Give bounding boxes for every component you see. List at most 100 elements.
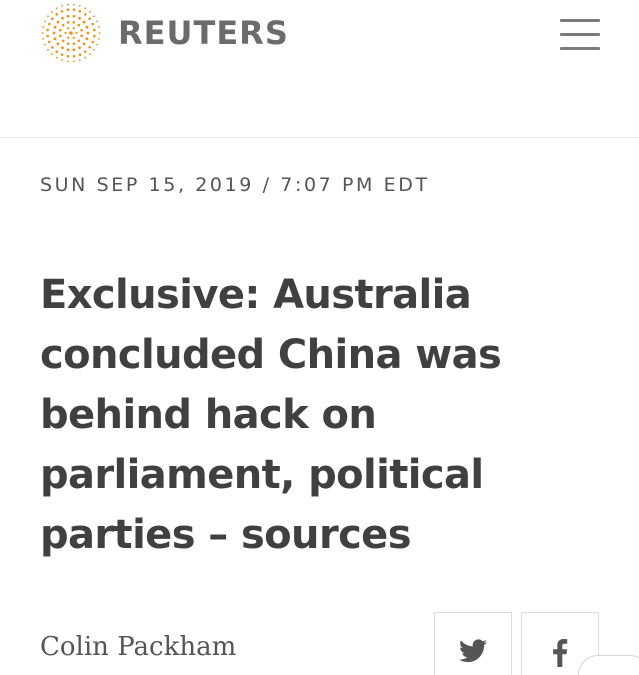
hamburger-menu-icon[interactable]	[556, 16, 604, 54]
logo-dot	[93, 28, 96, 32]
logo-dot	[66, 14, 70, 18]
logo-dot	[61, 16, 64, 20]
logo-dot	[93, 15, 95, 18]
logo-dot	[51, 53, 53, 56]
floating-widget-edge	[578, 655, 639, 675]
logo-dot	[72, 21, 76, 24]
logo-dot	[42, 38, 45, 40]
logo-dot	[72, 36, 75, 39]
logo-dot	[91, 40, 95, 44]
logo-dot	[72, 55, 76, 58]
logo-dot	[96, 20, 98, 23]
logo-dot	[77, 23, 81, 27]
logo-dot	[67, 60, 69, 62]
logo-dot	[51, 17, 54, 20]
menu-bar	[560, 33, 600, 36]
logo-dot	[77, 39, 81, 43]
logo-dot	[69, 31, 73, 35]
author-byline[interactable]: Colin Packham	[40, 632, 236, 662]
logo-dot	[67, 4, 69, 6]
logo-dot	[89, 10, 91, 13]
logo-dot	[75, 31, 78, 35]
logo-dot	[85, 37, 89, 41]
logo-dot	[84, 7, 87, 10]
logo-dot	[82, 42, 86, 46]
logo-dot	[67, 36, 70, 39]
logo-dot	[86, 31, 90, 35]
logo-dot	[53, 37, 57, 41]
logo-dot	[72, 27, 75, 30]
logo-dot	[46, 34, 49, 38]
logo-dot	[44, 20, 46, 23]
logo-dot	[66, 21, 70, 24]
logo-dot	[61, 46, 64, 50]
logo-dot	[88, 17, 91, 20]
logo-dot	[61, 39, 65, 43]
logo-dot	[46, 28, 49, 32]
logo-dot	[52, 31, 56, 35]
logo-dot	[61, 23, 65, 27]
article-headline: Exclusive: Australia concluded China was…	[40, 272, 502, 558]
logo-dot	[56, 20, 60, 24]
logo-dot	[66, 48, 70, 52]
menu-bar	[560, 19, 600, 22]
logo-dot	[55, 50, 58, 53]
logo-dot	[51, 46, 54, 49]
logo-dot	[78, 59, 81, 62]
logo-dot	[67, 27, 70, 30]
logo-dot	[78, 4, 81, 7]
article-page: REUTERS SUN SEP 15, 2019 / 7:07 PM EDT E…	[0, 0, 639, 675]
logo-dot	[56, 42, 60, 46]
logo-dot	[78, 16, 81, 20]
logo-dot	[66, 55, 70, 58]
logo-dot	[61, 59, 64, 62]
logo-dot	[47, 15, 49, 18]
logo-dot	[41, 32, 44, 34]
logo-dot	[78, 46, 81, 50]
logo-dot	[55, 56, 58, 59]
logo-dot	[84, 13, 87, 16]
logo-dot	[66, 8, 70, 11]
twitter-bird-icon	[459, 639, 487, 663]
menu-bar	[560, 47, 600, 50]
logo-dot	[53, 25, 57, 29]
logo-dot	[97, 38, 100, 40]
logo-dot	[64, 31, 67, 35]
reuters-dot-ring-logo-icon	[41, 4, 101, 62]
logo-dot	[55, 13, 58, 16]
logo-dot	[78, 9, 82, 13]
logo-dot	[47, 40, 51, 44]
logo-dot	[82, 20, 86, 24]
site-header: REUTERS	[0, 0, 639, 138]
logo-dot	[51, 10, 53, 13]
share-twitter-button[interactable]	[434, 612, 512, 675]
logo-dot	[55, 7, 58, 10]
logo-dot	[60, 9, 64, 13]
logo-dot	[80, 28, 83, 32]
article-timestamp: SUN SEP 15, 2019 / 7:07 PM EDT	[40, 174, 430, 196]
logo-dot	[73, 60, 75, 62]
logo-dot	[88, 46, 91, 49]
logo-dot	[98, 32, 101, 34]
logo-dot	[44, 43, 46, 46]
logo-dot	[93, 48, 95, 51]
facebook-f-icon	[553, 639, 568, 667]
logo-dot	[61, 4, 64, 7]
logo-dot	[89, 53, 91, 56]
logo-dot	[42, 26, 45, 28]
logo-dot	[97, 26, 100, 28]
reuters-logo[interactable]: REUTERS	[40, 4, 289, 62]
logo-dot	[85, 25, 89, 29]
logo-dot	[59, 28, 62, 32]
logo-dot	[91, 22, 95, 26]
logo-dot	[80, 34, 83, 38]
logo-dot	[60, 53, 64, 57]
logo-dot	[84, 50, 87, 53]
logo-dot	[78, 53, 82, 57]
logo-dot	[73, 4, 75, 6]
logo-dot	[47, 22, 51, 26]
logo-dot	[96, 43, 98, 46]
logo-dot	[93, 34, 96, 38]
logo-dot	[72, 8, 76, 11]
logo-dot	[66, 42, 70, 45]
